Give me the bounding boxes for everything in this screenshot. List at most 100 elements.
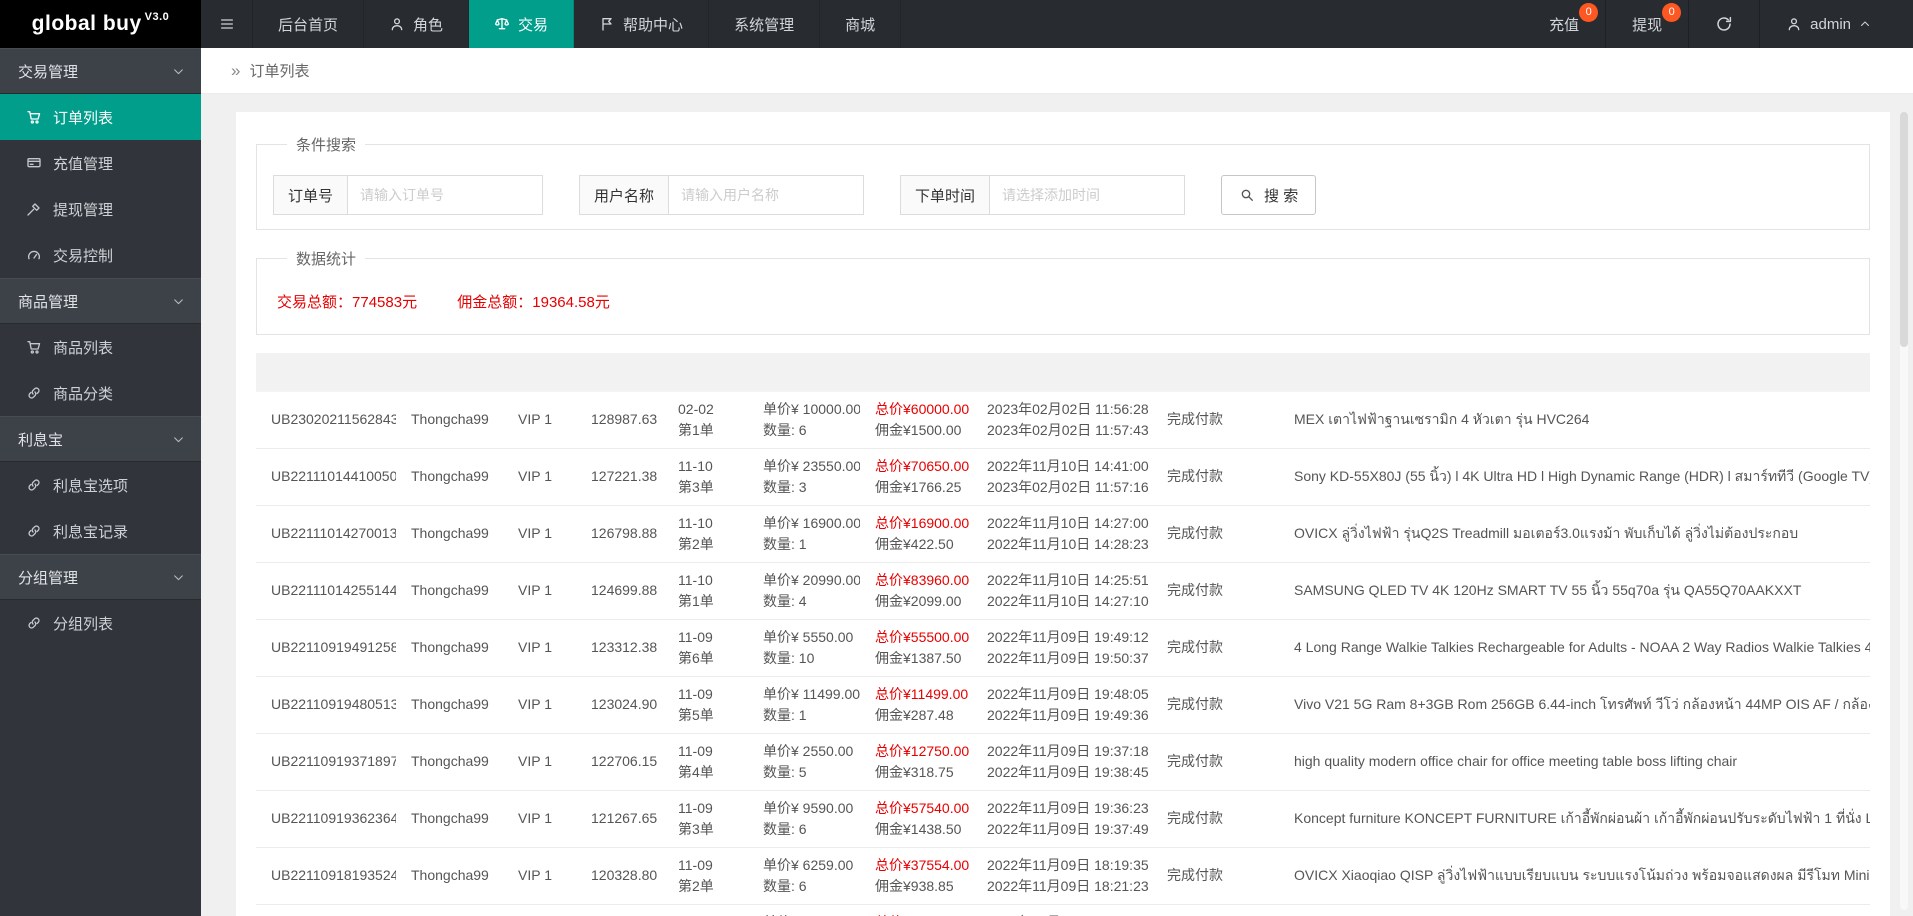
withdraw-badge: 0 xyxy=(1662,3,1682,22)
search-button-label: 搜 索 xyxy=(1264,187,1299,205)
total-amount: 交易总额：774583元 xyxy=(277,294,418,311)
cell-balance: 123312.38 xyxy=(576,619,663,677)
withdraw-button[interactable]: 提现 0 xyxy=(1606,0,1688,48)
cell-level: VIP 1 xyxy=(503,733,576,791)
sidebar-group[interactable]: 分组管理 xyxy=(0,554,201,600)
nav-item[interactable]: 交易 xyxy=(469,0,575,48)
admin-menu[interactable]: admin xyxy=(1760,0,1897,48)
sidebar-item[interactable]: 订单列表 xyxy=(0,94,201,140)
search-fields: 订单号 用户名称 下单时间 xyxy=(273,175,1221,215)
cell-times: 2022年11月09日 19:36:23 2022年11月09日 19:37:49 xyxy=(972,790,1152,848)
cell-actions xyxy=(1230,619,1279,677)
cell-name: Thongcha99 xyxy=(396,847,503,905)
table-row: UB2211091819352478 Thongcha99 VIP 1 1203… xyxy=(256,847,1870,905)
stats-legend: 数据统计 xyxy=(296,251,357,268)
cell-times: 2022年11月10日 14:27:00 2022年11月10日 14:28:23 xyxy=(972,505,1152,563)
cell-level: VIP 1 xyxy=(503,676,576,734)
cell-product: Custom Explosive Alphafly Next% marathon… xyxy=(1279,904,1870,916)
cell-price-qty: 单价¥ 16900.00 数量: 1 xyxy=(748,505,860,563)
refresh-button[interactable] xyxy=(1689,0,1759,48)
nav-item[interactable]: 角色 xyxy=(364,0,470,48)
scales-icon xyxy=(494,16,510,32)
cell-price-qty: 单价¥ 9590.00 数量: 6 xyxy=(748,790,860,848)
cell-total-commission: 总价¥60000.00 佣金¥1500.00 xyxy=(860,390,972,449)
stats-line: 交易总额：774583元 佣金总额：19364.58元 xyxy=(273,289,1853,320)
topbar-nav: 后台首页 角色 交易 帮助中心 系统管理 商城 xyxy=(253,0,902,48)
cart-icon xyxy=(26,109,42,125)
sidebar-group[interactable]: 交易管理 xyxy=(0,48,201,94)
sidebar-group[interactable]: 商品管理 xyxy=(0,278,201,324)
cell-times: 2022年11月10日 14:25:51 2022年11月10日 14:27:10 xyxy=(972,562,1152,620)
table-row: UB2211091949125812 Thongcha99 VIP 1 1233… xyxy=(256,619,1870,677)
sidebar-item[interactable]: 充值管理 xyxy=(0,140,201,186)
cell-status: 完成付款 xyxy=(1152,790,1230,848)
field-input[interactable] xyxy=(989,175,1186,215)
search-button[interactable]: 搜 索 xyxy=(1221,175,1317,215)
nav-item[interactable]: 后台首页 xyxy=(253,0,365,48)
card-icon xyxy=(26,155,42,171)
cell-status: 完成付款 xyxy=(1152,390,1230,449)
cell-product: Vivo V21 5G Ram 8+3GB Rom 256GB 6.44-inc… xyxy=(1279,676,1870,734)
sidebar-item[interactable]: 分组列表 xyxy=(0,600,201,646)
cell-level: VIP 1 xyxy=(503,847,576,905)
chevron-up-icon xyxy=(1859,18,1871,30)
cell-total-commission: 总价¥83960.00 佣金¥2099.00 xyxy=(860,562,972,620)
recharge-button[interactable]: 充值 0 xyxy=(1523,0,1605,48)
cell-price-qty: 单价¥ 23550.00 数量: 3 xyxy=(748,448,860,506)
link-icon xyxy=(26,523,42,539)
cell-total-commission: 总价¥57540.00 佣金¥1438.50 xyxy=(860,790,972,848)
cell-balance: 123024.90 xyxy=(576,676,663,734)
scrollbar-thumb[interactable] xyxy=(1900,112,1908,347)
field-input[interactable] xyxy=(347,175,544,215)
link-icon xyxy=(26,385,42,401)
search-row: 订单号 用户名称 下单时间 搜 索 xyxy=(273,175,1853,215)
cell-name: Thongcha99 xyxy=(396,390,503,449)
menu-toggle-button[interactable] xyxy=(201,0,253,48)
cell-product: OVICX ลู่วิ่งไฟฟ้า รุ่นQ2S Treadmill มอเ… xyxy=(1279,505,1870,563)
sidebar-item[interactable]: 利息宝记录 xyxy=(0,508,201,554)
cell-level: VIP 1 xyxy=(503,790,576,848)
search-field: 用户名称 xyxy=(579,175,865,215)
sidebar-item[interactable]: 商品分类 xyxy=(0,370,201,416)
sidebar-item[interactable]: 提现管理 xyxy=(0,186,201,232)
field-input[interactable] xyxy=(668,175,865,215)
nav-item[interactable]: 系统管理 xyxy=(709,0,821,48)
cell-product: Sony KD-55X80J (55 นิ้ว) l 4K Ultra HD l… xyxy=(1279,448,1870,506)
cell-actions xyxy=(1230,676,1279,734)
cell-price-qty: 单价¥ 10000.00 数量: 6 xyxy=(748,390,860,449)
cell-total-commission: 总价¥12750.00 佣金¥318.75 xyxy=(860,733,972,791)
scrollbar[interactable] xyxy=(1900,112,1908,910)
cell-status: 完成付款 xyxy=(1152,448,1230,506)
admin-label: admin xyxy=(1810,15,1851,33)
cell-name: Thongcha99 xyxy=(396,505,503,563)
recharge-label: 充值 xyxy=(1549,16,1580,34)
cell-order-no: UB2211091949125812 xyxy=(256,619,396,677)
nav-item[interactable]: 商城 xyxy=(820,0,902,48)
cell-name: Thongcha99 xyxy=(396,790,503,848)
cell-day-count: 11-09 第6单 xyxy=(663,619,748,677)
cell-balance: 127221.38 xyxy=(576,448,663,506)
sidebar-item[interactable]: 利息宝选项 xyxy=(0,462,201,508)
cell-day-count: 11-09 第5单 xyxy=(663,676,748,734)
cell-price-qty: 单价¥ 20990.00 数量: 4 xyxy=(748,562,860,620)
chevron-down-icon xyxy=(172,65,185,78)
nav-item[interactable]: 帮助中心 xyxy=(574,0,710,48)
cell-times: 2022年11月09日 18:19:35 2022年11月09日 18:21:23 xyxy=(972,847,1152,905)
user-icon xyxy=(389,16,405,32)
cell-level: VIP 1 xyxy=(503,619,576,677)
cell-product: OVICX Xiaoqiao QISP ลู่วิ่งไฟฟ้าแบบเรียบ… xyxy=(1279,847,1870,905)
cell-balance: 120328.80 xyxy=(576,847,663,905)
orders-table: UB2302021156284352 Thongcha99 VIP 1 1289… xyxy=(256,353,1870,916)
sidebar-item[interactable]: 交易控制 xyxy=(0,232,201,278)
cell-total-commission: 总价¥70650.00 佣金¥1766.25 xyxy=(860,448,972,506)
cell-day-count: 11-09 第2单 xyxy=(663,847,748,905)
cell-times: 2022年11月09日 19:49:12 2022年11月09日 19:50:37 xyxy=(972,619,1152,677)
stats-fieldset: 数据统计 交易总额：774583元 佣金总额：19364.58元 xyxy=(256,248,1870,335)
app-logo: global buy V3.0 xyxy=(0,0,201,48)
breadcrumb-icon: » xyxy=(231,60,241,80)
logo-text: global buy xyxy=(31,12,142,35)
sidebar-group[interactable]: 利息宝 xyxy=(0,416,201,462)
cell-balance: 119330.80 xyxy=(576,904,663,916)
column-header xyxy=(663,353,748,391)
sidebar-item[interactable]: 商品列表 xyxy=(0,324,201,370)
